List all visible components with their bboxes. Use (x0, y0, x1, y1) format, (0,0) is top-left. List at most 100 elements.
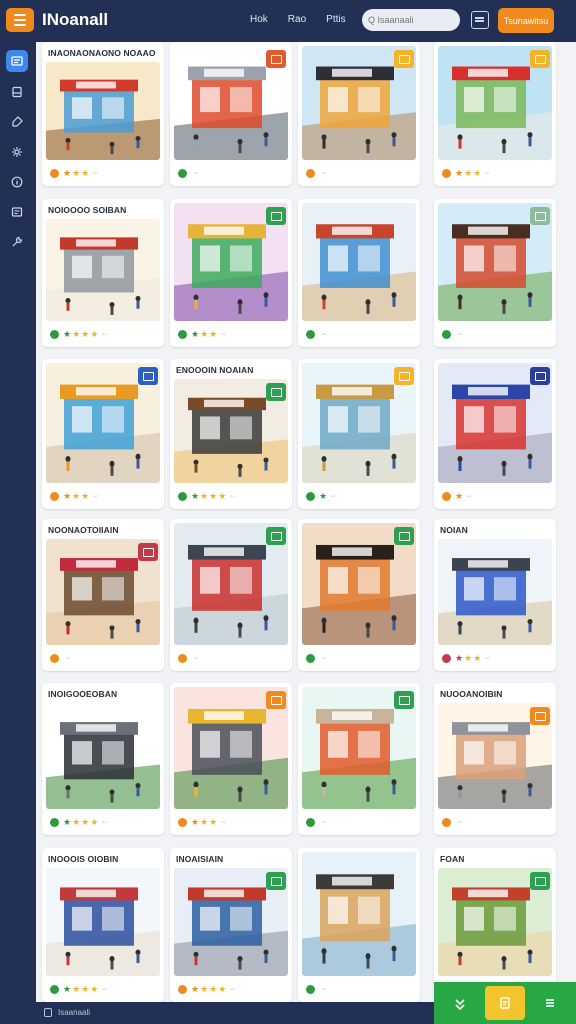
card-badge-icon[interactable] (266, 207, 286, 225)
card-badge-icon[interactable] (530, 707, 550, 725)
card-badge-icon[interactable] (266, 691, 286, 709)
card-badge-icon[interactable] (394, 50, 414, 68)
store-card[interactable]: INOOOIS OIOBIN ★ ★ ★ ★ ◦◦ (42, 848, 164, 1002)
primary-cta-button[interactable]: Tsunawitsu (498, 8, 554, 33)
rating-dot (50, 985, 59, 994)
rating: ★ ★ ★ ★ ◦◦ (178, 985, 235, 994)
card-badge-icon[interactable] (266, 527, 286, 545)
rating-extra: ◦◦ (322, 655, 327, 662)
list-button[interactable] (530, 986, 570, 1020)
card-badge-icon[interactable] (530, 50, 550, 68)
nav-link-3[interactable]: Pttis (326, 14, 345, 25)
rating-dot (50, 169, 59, 178)
store-card[interactable]: ★ ★ ★ ◦◦ (170, 199, 292, 347)
rating: ★ ★ ★ ★ ◦◦ (50, 985, 107, 994)
store-card[interactable]: ★ ★ ★ ◦◦ (42, 359, 164, 509)
star-icon: ★ (209, 984, 218, 994)
store-card[interactable]: NUOOANOIBIN ◦◦ (434, 683, 556, 835)
nav-link-2[interactable]: Rao (288, 14, 306, 25)
card-badge-icon[interactable] (394, 527, 414, 545)
page-info: Isaanaali (44, 1008, 90, 1017)
card-badge-icon[interactable] (138, 367, 158, 385)
card-title: NOONAOTOIIAIN (48, 525, 119, 535)
star-icon: ★ (191, 491, 200, 501)
card-badge-icon[interactable] (266, 50, 286, 68)
rating: ★ ★ ★ ◦◦ (442, 169, 490, 178)
store-card[interactable]: NOONAOTOIIAIN ◦◦ (42, 519, 164, 671)
card-title: INAONAONAONO NOAAO (48, 48, 156, 58)
rating: ★ ★ ★ ◦◦ (50, 169, 98, 178)
store-card[interactable]: ◦◦ (298, 519, 420, 671)
star-icon: ★ (72, 168, 81, 178)
store-card[interactable]: INOAISIAIN ★ ★ ★ ★ ◦◦ (170, 848, 292, 1002)
nav-link-1[interactable]: Hok (250, 14, 268, 25)
rating: ★ ★ ★ ◦◦ (50, 492, 98, 501)
card-badge-icon[interactable] (394, 367, 414, 385)
star-icon: ★ (209, 329, 218, 339)
rating: ★ ★ ★ ◦◦ (178, 330, 226, 339)
star-icon: ★ (81, 817, 90, 827)
rating-extra: ◦◦ (93, 170, 98, 177)
star-icon: ★ (455, 168, 464, 178)
search-box[interactable] (362, 9, 460, 31)
store-card[interactable]: ★ ★ ★ ◦◦ (434, 42, 556, 186)
card-title: NUOOANOIBIN (440, 689, 503, 699)
card-title: INOIGOOEOBAN (48, 689, 118, 699)
card-badge-icon[interactable] (394, 691, 414, 709)
tools-icon[interactable] (6, 231, 28, 253)
status-bar: Isaanaali (36, 1002, 436, 1024)
rating-dot (178, 818, 187, 827)
card-badge-icon[interactable] (530, 367, 550, 385)
store-icon[interactable] (6, 50, 28, 72)
menu-button[interactable] (6, 8, 34, 32)
store-card[interactable]: NOIAN ★ ★ ★ ◦◦ (434, 519, 556, 671)
rating: ◦◦ (306, 169, 326, 178)
rating: ◦◦ (306, 330, 326, 339)
store-card[interactable]: ◦◦ (170, 42, 292, 186)
store-card[interactable]: ★ ★ ★ ◦◦ (170, 683, 292, 835)
store-card[interactable]: FOAN ◦◦ (434, 848, 556, 1002)
rating-extra: ◦◦ (467, 493, 472, 500)
store-card[interactable]: ★ ◦◦ (434, 359, 556, 509)
rating: ◦◦ (306, 985, 326, 994)
store-card[interactable]: ◦◦ (298, 199, 420, 347)
store-card[interactable]: NOIOOOO SOIBAN ★ ★ ★ ★ ◦◦ (42, 199, 164, 347)
rating-dot (50, 818, 59, 827)
info-icon[interactable] (6, 171, 28, 193)
store-card[interactable]: ENOOOIN NOAIAN ★ ★ ★ ★ ◦◦ (170, 359, 292, 509)
card-badge-icon[interactable] (266, 872, 286, 890)
search-input[interactable] (368, 15, 440, 25)
settings-icon[interactable] (6, 141, 28, 163)
star-icon: ★ (473, 168, 482, 178)
card-badge-icon[interactable] (266, 383, 286, 401)
inventory-icon[interactable] (6, 81, 28, 103)
store-card[interactable]: ◦◦ (170, 519, 292, 671)
card-title: INOOOIS OIOBIN (48, 854, 119, 864)
star-icon: ★ (81, 491, 90, 501)
tag-icon[interactable] (6, 111, 28, 133)
edit-button[interactable] (484, 986, 525, 1020)
star-icon: ★ (200, 984, 209, 994)
card-badge-icon[interactable] (138, 543, 158, 561)
star-icon: ★ (63, 984, 72, 994)
star-icon: ★ (464, 168, 473, 178)
store-card[interactable]: ◦◦ (298, 683, 420, 835)
messages-icon[interactable] (471, 11, 489, 29)
report-icon[interactable] (6, 201, 28, 223)
card-badge-icon[interactable] (530, 207, 550, 225)
store-card[interactable]: INOIGOOEOBAN ★ ★ ★ ★ ◦◦ (42, 683, 164, 835)
store-card[interactable]: ◦◦ (434, 199, 556, 347)
store-card[interactable]: ◦◦ (298, 848, 420, 1002)
rating-extra: ◦◦ (221, 819, 226, 826)
card-badge-icon[interactable] (530, 872, 550, 890)
store-card[interactable]: ◦◦ (298, 42, 420, 186)
rating-dot (306, 985, 315, 994)
store-card[interactable]: ★ ◦◦ (298, 359, 420, 509)
nav-links: Hok Rao Pttis (250, 14, 346, 25)
store-card[interactable]: INAONAONAONO NOAAO ★ ★ ★ ◦◦ (42, 42, 164, 186)
rating: ★ ★ ★ ◦◦ (442, 654, 490, 663)
rating: ◦◦ (306, 818, 326, 827)
rating-extra: ◦◦ (322, 331, 327, 338)
rating-dot (442, 330, 451, 339)
expand-button[interactable] (440, 986, 480, 1020)
